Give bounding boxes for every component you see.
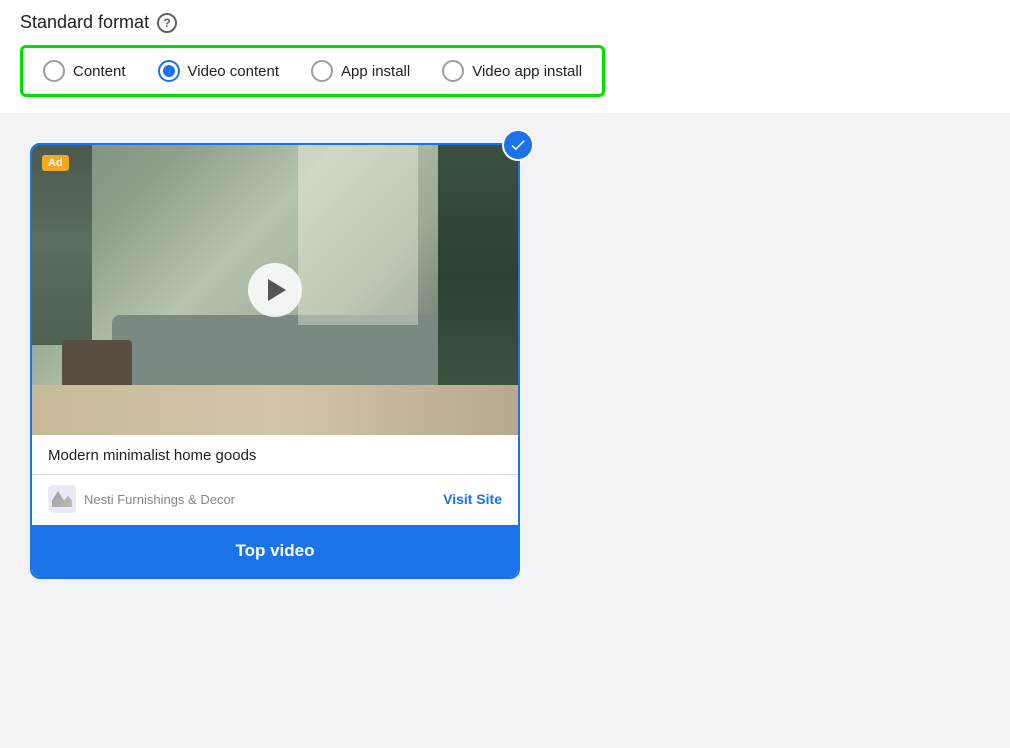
radio-label-video-content: Video content: [188, 63, 279, 80]
play-button[interactable]: [248, 263, 302, 317]
help-icon[interactable]: ?: [157, 13, 177, 33]
radio-button-video-content[interactable]: [158, 60, 180, 82]
top-section: Standard format ? Content Video content …: [0, 0, 1010, 113]
top-video-button[interactable]: Top video: [32, 525, 518, 577]
shelf-left: [32, 145, 92, 345]
radio-label-app-install: App install: [341, 63, 410, 80]
ad-divider: [32, 474, 518, 475]
radio-button-content[interactable]: [43, 60, 65, 82]
radio-group: Content Video content App install Video …: [20, 45, 605, 97]
radio-button-app-install[interactable]: [311, 60, 333, 82]
play-triangle-icon: [268, 279, 286, 301]
radio-inner-video-content: [163, 65, 175, 77]
window-light: [298, 145, 418, 325]
ad-card-top: Ad: [32, 145, 518, 435]
radio-option-video-content[interactable]: Video content: [158, 60, 279, 82]
brand-name: Nesti Furnishings & Decor: [84, 492, 235, 507]
ad-title: Modern minimalist home goods: [48, 447, 502, 464]
title-row: Standard format ?: [20, 12, 990, 33]
radio-label-video-app-install: Video app install: [472, 63, 582, 80]
content-section: Ad Modern minimalist home goods: [0, 113, 1010, 599]
radio-option-app-install[interactable]: App install: [311, 60, 410, 82]
visit-site-link[interactable]: Visit Site: [443, 491, 502, 507]
selected-check-icon: [502, 129, 534, 161]
ad-image: [32, 145, 518, 435]
brand-area: Nesti Furnishings & Decor: [48, 485, 235, 513]
brand-icon-shape: [52, 491, 72, 507]
ad-card-body: Modern minimalist home goods Nesti Furni…: [32, 435, 518, 525]
radio-button-video-app-install[interactable]: [442, 60, 464, 82]
ad-footer: Nesti Furnishings & Decor Visit Site: [48, 485, 502, 513]
radio-option-content[interactable]: Content: [43, 60, 126, 82]
shelf-right: [438, 145, 518, 405]
ad-badge: Ad: [42, 155, 69, 171]
page-title: Standard format: [20, 12, 149, 33]
ad-card[interactable]: Ad Modern minimalist home goods: [30, 143, 520, 579]
radio-label-content: Content: [73, 63, 126, 80]
table-area: [62, 340, 132, 390]
brand-icon: [48, 485, 76, 513]
radio-option-video-app-install[interactable]: Video app install: [442, 60, 582, 82]
ad-card-wrapper: Ad Modern minimalist home goods: [30, 143, 520, 579]
